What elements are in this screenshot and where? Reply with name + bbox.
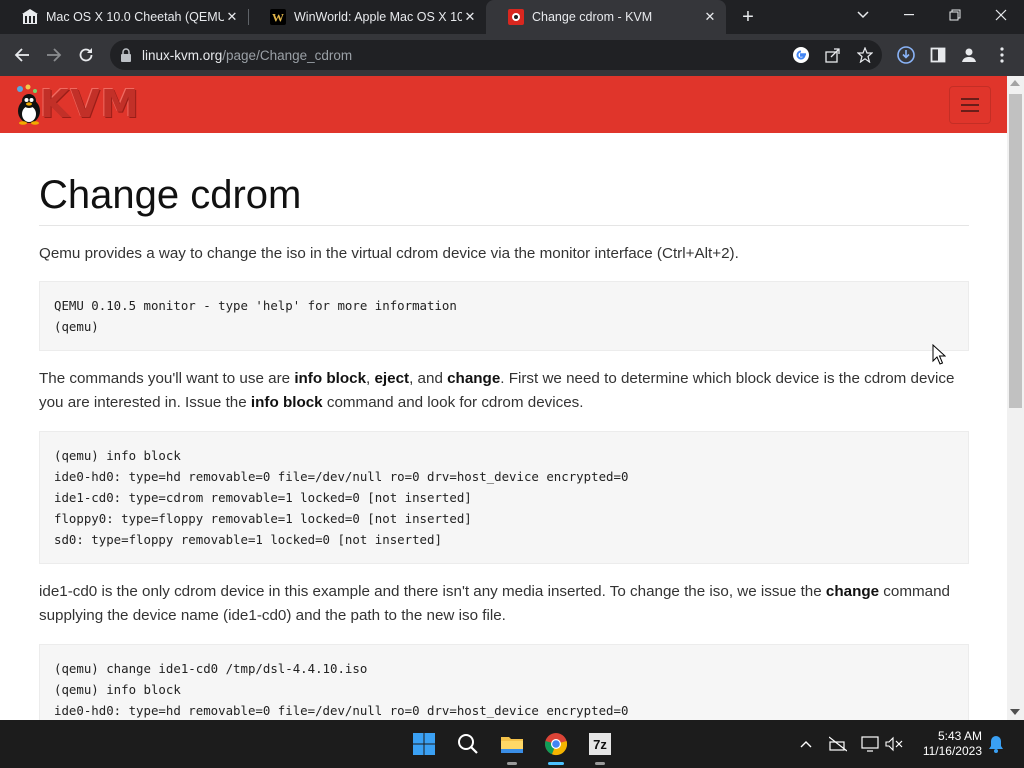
kebab-menu-icon[interactable] bbox=[990, 43, 1014, 67]
code-line: ide0-hd0: type=hd removable=0 file=/dev/… bbox=[54, 469, 629, 484]
tab-search-chevron-icon[interactable] bbox=[840, 0, 886, 30]
bold-term-info-block: info block bbox=[250, 394, 323, 411]
lock-icon[interactable] bbox=[120, 48, 132, 67]
chrome-icon[interactable] bbox=[540, 728, 572, 765]
bold-term-change: change bbox=[447, 370, 501, 387]
tab-title: Change cdrom - KVM bbox=[532, 10, 653, 24]
search-icon[interactable] bbox=[452, 728, 484, 760]
code-block-info-block[interactable]: (qemu) info block ide0-hd0: type=hd remo… bbox=[39, 431, 969, 564]
active-indicator bbox=[548, 762, 564, 765]
minimize-button[interactable] bbox=[886, 0, 932, 30]
text-run: command and look for cdrom devices. bbox=[322, 394, 584, 411]
tab-title: WinWorld: Apple Mac OS X 10.1 bbox=[294, 10, 462, 24]
code-block-change[interactable]: (qemu) change ide1-cd0 /tmp/dsl-4.4.10.i… bbox=[39, 644, 969, 720]
svg-text:7z: 7z bbox=[593, 737, 607, 752]
code-block-monitor[interactable]: QEMU 0.10.5 monitor - type 'help' for mo… bbox=[39, 281, 969, 351]
tab-close-icon[interactable]: ✕ bbox=[702, 9, 718, 25]
text-run: , and bbox=[409, 370, 448, 387]
running-indicator bbox=[507, 762, 517, 765]
page-scrollbar[interactable] bbox=[1007, 76, 1024, 720]
profile-icon[interactable] bbox=[957, 43, 981, 67]
tab-winworld-mac-os-x[interactable]: W WinWorld: Apple Mac OS X 10.1 ✕ bbox=[248, 0, 486, 34]
address-bar[interactable]: linux-kvm.org/page/Change_cdrom bbox=[110, 40, 882, 70]
clock-date: 11/16/2023 bbox=[922, 744, 982, 758]
url-host: linux-kvm.org bbox=[142, 48, 223, 63]
svg-text:W: W bbox=[272, 11, 284, 25]
forward-button[interactable] bbox=[40, 41, 68, 69]
bold-term-eject: eject bbox=[374, 370, 410, 387]
code-line: ide0-hd0: type=hd removable=0 file=/dev/… bbox=[54, 703, 629, 718]
new-tab-button[interactable]: + bbox=[736, 5, 760, 29]
page-title: Change cdrom bbox=[39, 133, 969, 226]
mouse-cursor-icon bbox=[932, 344, 946, 365]
restore-button[interactable] bbox=[932, 0, 978, 30]
tab-close-icon[interactable]: ✕ bbox=[462, 9, 478, 25]
winworld-w-icon: W bbox=[270, 9, 286, 25]
tray-chevron-up-icon[interactable] bbox=[796, 734, 816, 754]
code-line: (qemu) info block bbox=[54, 682, 181, 697]
download-icon[interactable] bbox=[894, 43, 918, 67]
7zip-icon[interactable]: 7z bbox=[584, 728, 616, 765]
text-run: The commands you'll want to use are bbox=[39, 370, 295, 387]
commands-paragraph: The commands you'll want to use are info… bbox=[39, 367, 969, 415]
network-disconnected-icon[interactable] bbox=[828, 734, 848, 754]
notification-bell-icon[interactable] bbox=[986, 734, 1006, 754]
intro-paragraph: Qemu provides a way to change the iso in… bbox=[39, 245, 739, 262]
tab-title: Mac OS X 10.0 Cheetah (QEMU) bbox=[46, 10, 224, 24]
tab-mac-os-cheetah[interactable]: Mac OS X 10.0 Cheetah (QEMU) ✕ bbox=[0, 0, 248, 34]
file-explorer-icon[interactable] bbox=[496, 728, 528, 765]
text-run: ide1-cd0 is the only cdrom device in thi… bbox=[39, 583, 826, 600]
system-clock[interactable]: 5:43 AM 11/16/2023 bbox=[910, 729, 982, 759]
logo-text: KVM bbox=[40, 82, 140, 126]
scrollbar-thumb[interactable] bbox=[1009, 94, 1022, 408]
kvm-favicon bbox=[508, 9, 524, 25]
hamburger-menu-icon[interactable] bbox=[949, 86, 991, 124]
code-line: QEMU 0.10.5 monitor - type 'help' for mo… bbox=[54, 298, 457, 313]
reload-button[interactable] bbox=[72, 41, 100, 69]
kvm-logo[interactable]: KVM bbox=[14, 82, 140, 126]
close-window-button[interactable] bbox=[978, 0, 1024, 30]
tab-change-cdrom[interactable]: Change cdrom - KVM ✕ bbox=[486, 0, 726, 34]
share-icon[interactable] bbox=[823, 45, 843, 65]
display-icon[interactable] bbox=[860, 734, 880, 754]
scroll-up-arrow-icon[interactable] bbox=[1010, 80, 1020, 86]
running-indicator bbox=[595, 762, 605, 765]
windows-start-icon[interactable] bbox=[408, 728, 440, 760]
tab-close-icon[interactable]: ✕ bbox=[224, 9, 240, 25]
tab-strip: Mac OS X 10.0 Cheetah (QEMU) ✕ W WinWorl… bbox=[0, 0, 1024, 34]
site-navbar: KVM bbox=[0, 76, 1007, 133]
code-line: ide1-cd0: type=cdrom removable=1 locked=… bbox=[54, 490, 472, 505]
change-paragraph: ide1-cd0 is the only cdrom device in thi… bbox=[39, 580, 969, 628]
code-line: sd0: type=floppy removable=1 locked=0 [n… bbox=[54, 532, 442, 547]
article-content: Change cdrom Qemu provides a way to chan… bbox=[39, 133, 969, 720]
side-panel-icon[interactable] bbox=[926, 43, 950, 67]
browser-toolbar: linux-kvm.org/page/Change_cdrom bbox=[0, 34, 1024, 76]
winworld-icon bbox=[22, 9, 38, 25]
bookmark-star-icon[interactable] bbox=[855, 45, 875, 65]
volume-muted-icon[interactable] bbox=[884, 734, 904, 754]
code-line: floppy0: type=floppy removable=1 locked=… bbox=[54, 511, 472, 526]
bold-term-change: change bbox=[825, 583, 880, 600]
url-text[interactable]: linux-kvm.org/page/Change_cdrom bbox=[142, 48, 352, 63]
clock-time: 5:43 AM bbox=[937, 729, 982, 743]
windows-taskbar: 7z 5:43 AM 11/16/2023 bbox=[0, 720, 1024, 768]
google-lens-icon[interactable] bbox=[791, 45, 811, 65]
bold-term-info-block: info block bbox=[294, 370, 367, 387]
page-viewport: KVM Change cdrom Qemu provides a way to … bbox=[0, 76, 1024, 720]
code-line: (qemu) bbox=[54, 319, 99, 334]
scroll-down-arrow-icon[interactable] bbox=[1010, 709, 1020, 715]
back-button[interactable] bbox=[8, 41, 36, 69]
code-line: (qemu) change ide1-cd0 /tmp/dsl-4.4.10.i… bbox=[54, 661, 368, 676]
url-path: /page/Change_cdrom bbox=[222, 48, 353, 63]
code-line: (qemu) info block bbox=[54, 448, 181, 463]
